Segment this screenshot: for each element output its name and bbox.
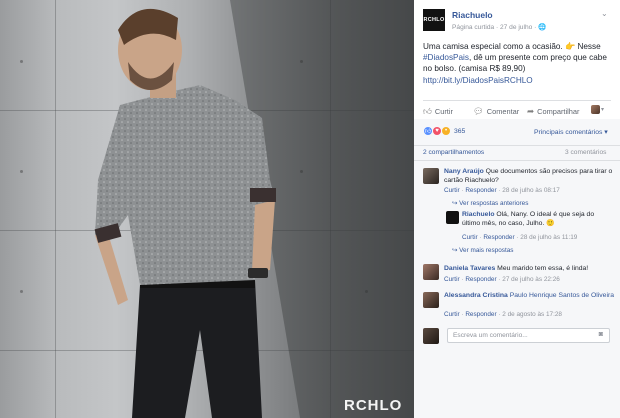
comment-time[interactable]: 27 de julho às 22:26: [502, 276, 560, 283]
comment-body: Nany Araújo Que documentos são precisos …: [444, 167, 614, 186]
comment-input-placeholder: Escreva um comentário...: [453, 332, 528, 339]
comment-label: Comentar: [486, 107, 520, 116]
brand-watermark: RCHLO: [344, 397, 403, 414]
identity-selector[interactable]: ▾: [591, 105, 604, 114]
commenter-avatar[interactable]: [423, 264, 439, 280]
camera-icon[interactable]: ◙: [599, 331, 603, 338]
reply-reply-link[interactable]: Responder: [483, 234, 514, 241]
model-figure: [94, 0, 414, 418]
commenter-avatar[interactable]: [423, 292, 439, 308]
comment-like-link[interactable]: Curtir: [444, 311, 460, 318]
reply-like-link[interactable]: Curtir: [462, 234, 478, 241]
shares-count-link[interactable]: 2 compartilhamentos: [423, 149, 484, 156]
comment-reply-link[interactable]: Responder: [465, 311, 496, 318]
divider: [423, 100, 611, 101]
comment-meta: Curtir · Responder · 27 de julho às 22:2…: [444, 276, 560, 283]
thumbs-up-icon: 👍︎: [423, 106, 432, 116]
caret-down-icon: ▾: [601, 107, 605, 113]
commenter-name[interactable]: Daniela Tavares: [444, 265, 495, 272]
tagged-user-link[interactable]: Paulo Henrique Santos de Oliveira: [510, 292, 614, 299]
user-avatar: [591, 105, 600, 114]
share-label: Compartilhar: [537, 107, 580, 116]
reply-meta: Curtir · Responder · 28 de julho às 11:1…: [462, 234, 578, 241]
page-avatar[interactable]: RCHLO: [423, 9, 445, 31]
reply-body: Riachuelo Olá, Nany. O ideal é que seja …: [462, 210, 614, 229]
comment-like-link[interactable]: Curtir: [444, 187, 460, 194]
see-more-replies[interactable]: ↪ Ver mais respostas: [452, 246, 513, 254]
comment-reply-link[interactable]: Responder: [465, 187, 496, 194]
reply-author-name[interactable]: Riachuelo: [462, 211, 494, 218]
view-previous-replies-label: Ver respostas anteriores: [459, 200, 529, 207]
post-panel: RCHLO Riachuelo Página curtida · 27 de j…: [414, 0, 620, 418]
hand-pointing-icon: 👉: [564, 42, 576, 51]
divider: [414, 160, 620, 161]
post-text-part1: Uma camisa especial como a ocasião.: [423, 42, 565, 51]
globe-icon: 🌐: [538, 24, 547, 31]
reply-avatar[interactable]: [446, 211, 459, 224]
view-previous-replies[interactable]: ↪ Ver respostas anteriores: [452, 199, 528, 207]
like-button[interactable]: 👍︎ Curtir: [423, 106, 453, 117]
share-button[interactable]: ➦ Compartilhar: [527, 106, 579, 117]
wow-reaction-icon: •: [441, 126, 451, 136]
commenter-avatar[interactable]: [423, 168, 439, 184]
comment-sort-dropdown[interactable]: Principais comentários ▾: [534, 128, 608, 136]
comment-meta: Curtir · Responder · 28 de julho às 08:1…: [444, 187, 560, 194]
post-meta-text: Página curtida · 27 de julho ·: [452, 24, 539, 31]
post-meta: Página curtida · 27 de julho · 🌐: [452, 23, 546, 31]
post-options-chevron-icon[interactable]: ⌄: [601, 9, 608, 18]
comment-time[interactable]: 28 de julho às 08:17: [502, 187, 560, 194]
share-arrow-icon: ➦: [527, 106, 535, 116]
comment-meta: Curtir · Responder · 2 de agosto às 17:2…: [444, 311, 562, 318]
current-user-avatar: [423, 328, 439, 344]
see-more-replies-label: Ver mais respostas: [459, 247, 514, 254]
comment-composer: Escreva um comentário... ◙: [423, 328, 613, 345]
comment-body: Daniela Tavares Meu marido tem essa, é l…: [444, 264, 614, 273]
hashtag-link[interactable]: #DiadosPais: [423, 53, 469, 62]
comment-input[interactable]: Escreva um comentário... ◙: [447, 328, 610, 343]
comment-body: Alessandra Cristina Paulo Henrique Santo…: [444, 291, 614, 300]
comment-reply-link[interactable]: Responder: [465, 276, 496, 283]
comment-like-link[interactable]: Curtir: [444, 276, 460, 283]
reaction-count[interactable]: 365: [454, 128, 465, 135]
comment-time[interactable]: 2 de agosto às 17:28: [502, 311, 562, 318]
like-label: Curtir: [434, 107, 453, 116]
post-text-part2: Nesse: [575, 42, 601, 51]
reply-time[interactable]: 28 de julho às 11:19: [520, 234, 577, 241]
reaction-icons[interactable]: 👍︎ ♥ •: [423, 126, 451, 136]
commenter-name[interactable]: Nany Araújo: [444, 168, 484, 175]
page-name-link[interactable]: Riachuelo: [452, 10, 493, 20]
divider: [414, 145, 620, 146]
comments-count: 3 comentários: [565, 149, 607, 156]
post-photo[interactable]: RCHLO: [0, 0, 414, 418]
comment-text: Meu marido tem essa, é linda!: [495, 265, 589, 272]
post-url-link[interactable]: http://bit.ly/DiadosPaisRCHLO: [423, 76, 533, 85]
post-text: Uma camisa especial como a ocasião. 👉 Ne…: [423, 41, 613, 86]
smile-emoji-icon: 🙂: [546, 220, 555, 228]
comment-bubble-icon: 💬︎: [473, 106, 484, 116]
commenter-name[interactable]: Alessandra Cristina: [444, 292, 508, 299]
comment-button[interactable]: 💬︎ Comentar: [473, 106, 519, 117]
